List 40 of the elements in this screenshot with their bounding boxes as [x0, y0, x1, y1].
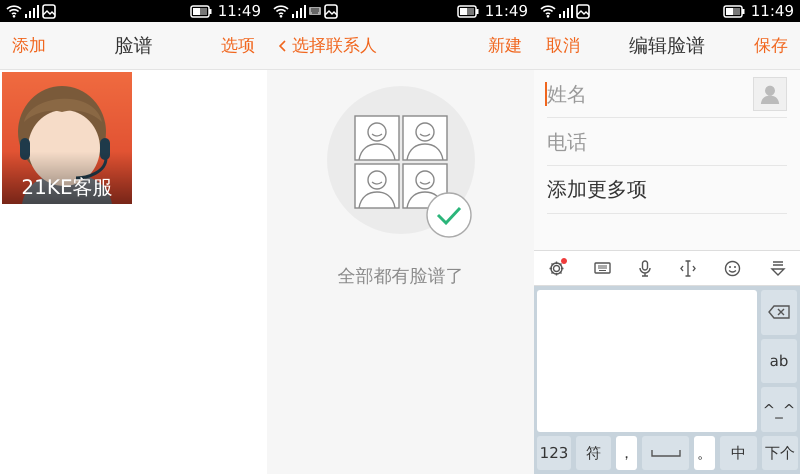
- signal-icon: [292, 4, 306, 18]
- image-icon: [576, 4, 590, 18]
- collapse-keyboard-icon[interactable]: [770, 260, 786, 276]
- header-title: 编辑脸谱: [629, 34, 705, 58]
- battery-icon: [722, 4, 745, 18]
- keyboard-icon[interactable]: [594, 262, 611, 274]
- space-bar-icon: [650, 449, 680, 457]
- wifi-icon: [273, 4, 289, 18]
- space-key[interactable]: [642, 436, 689, 470]
- keyboard-key[interactable]: ^_^: [761, 387, 797, 432]
- keyboard-key[interactable]: 123: [537, 436, 571, 470]
- text-field[interactable]: 电话: [547, 130, 697, 154]
- keyboard-key[interactable]: ，: [616, 436, 637, 470]
- face-name: 21KE客服: [20, 174, 114, 201]
- backspace-icon: [768, 305, 790, 320]
- settings-icon[interactable]: [548, 260, 566, 276]
- keyboard-key[interactable]: ab: [761, 338, 797, 384]
- text-field[interactable]: 姓名: [547, 82, 697, 106]
- microphone-icon[interactable]: [639, 260, 652, 276]
- status-time: 11:49: [484, 2, 528, 20]
- emoji-icon[interactable]: [724, 260, 742, 276]
- signal-icon: [559, 4, 573, 18]
- header-title: 脸谱: [114, 34, 152, 58]
- add-more-link[interactable]: 添加更多项: [547, 176, 647, 203]
- battery-icon: [456, 4, 479, 18]
- keyboard-key[interactable]: 符: [576, 436, 611, 470]
- keyboard-key[interactable]: 下个: [762, 436, 798, 470]
- backspace-key[interactable]: [761, 290, 797, 335]
- status-time: 11:49: [750, 2, 794, 20]
- image-icon: [42, 4, 56, 18]
- status-time: 11:49: [218, 2, 261, 20]
- wifi-icon: [6, 4, 22, 18]
- signal-icon: [25, 4, 39, 18]
- keyboard-key[interactable]: 。: [694, 436, 715, 470]
- keyboard-key[interactable]: 中: [720, 436, 757, 470]
- empty-message: 全部都有脸谱了: [338, 265, 464, 288]
- battery-icon: [190, 4, 212, 18]
- cursor-move-icon[interactable]: [680, 260, 696, 276]
- wifi-icon: [540, 4, 556, 18]
- image-icon: [324, 4, 338, 18]
